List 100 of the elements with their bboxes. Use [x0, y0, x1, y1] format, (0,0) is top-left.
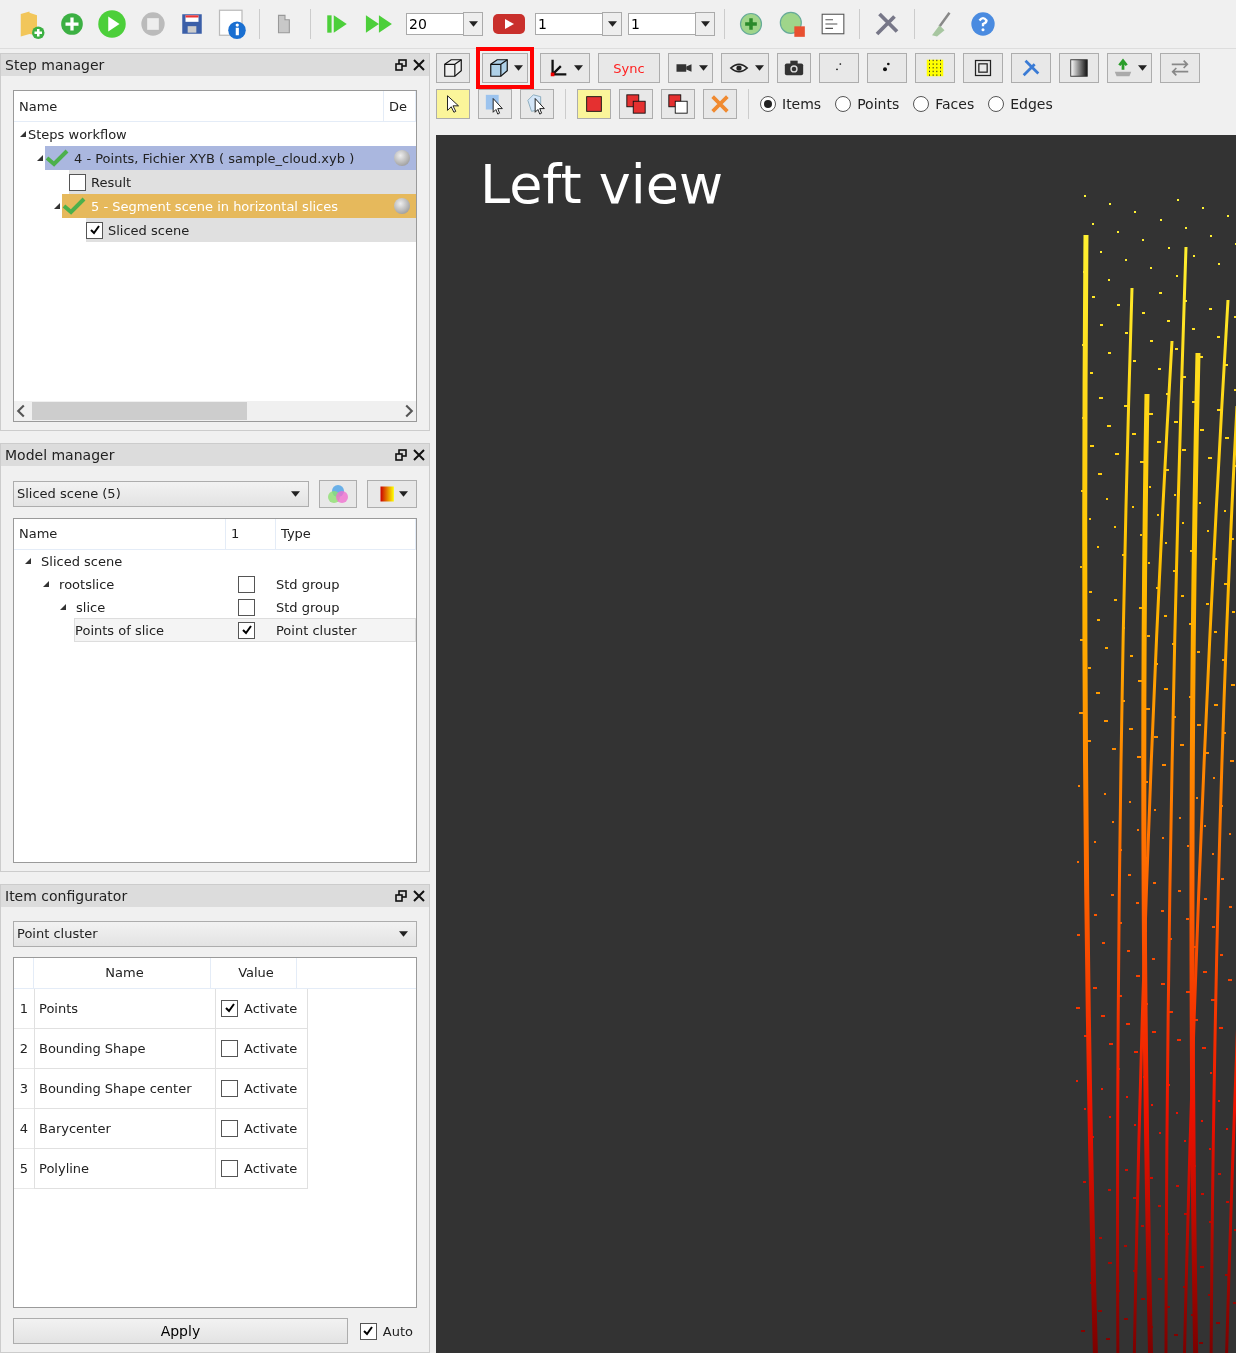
collapse-triangle-icon[interactable]: [42, 580, 51, 589]
collapse-triangle-icon[interactable]: [36, 154, 44, 162]
selection-mode-radio[interactable]: Points: [835, 96, 900, 112]
caret-icon: [700, 21, 710, 27]
stop-icon: [139, 10, 167, 38]
help-icon: [969, 10, 997, 38]
result-row[interactable]: Sliced scene: [86, 218, 416, 242]
checkbox[interactable]: [238, 598, 256, 616]
export-button[interactable]: [1107, 53, 1152, 83]
column-header[interactable]: 1: [226, 518, 276, 549]
number-field[interactable]: 1: [628, 13, 695, 35]
step-row[interactable]: 4 - Points, Fichier XYB ( sample_cloud.xyb ): [45, 146, 416, 170]
step-label: 5 - Segment scene in horizontal slices: [91, 198, 339, 214]
property-value: Activate: [244, 1120, 298, 1136]
collapse-triangle-icon[interactable]: [24, 557, 33, 566]
panel-title: Item configurator: [5, 887, 128, 904]
swap-arrows-icon: [1169, 57, 1191, 79]
tree-item[interactable]: Sliced scene: [41, 553, 123, 569]
property-name: Barycenter: [34, 1108, 216, 1149]
checkbox[interactable]: [221, 1039, 238, 1057]
checkbox-label: Auto: [382, 1323, 413, 1339]
screenshot-button[interactable]: [777, 53, 811, 83]
cube-icon: [487, 57, 510, 79]
selection-mode-radio[interactable]: Edges: [988, 96, 1053, 112]
replace-selection-button[interactable]: [577, 89, 611, 119]
selection-mode-radio[interactable]: Faces: [913, 96, 975, 112]
collapse-triangle-icon[interactable]: [19, 130, 27, 138]
view-dropdown-button[interactable]: [482, 53, 528, 83]
gradient-button[interactable]: [367, 479, 417, 508]
scene-dropdown[interactable]: Sliced scene (5): [13, 480, 309, 507]
checkbox[interactable]: [86, 221, 103, 239]
step-label: 4 - Points, Fichier XYB ( sample_cloud.xyb ): [74, 150, 355, 166]
rectangle-select-button[interactable]: [478, 89, 512, 119]
checkbox[interactable]: [359, 1322, 377, 1340]
polygon-select-button[interactable]: [520, 89, 554, 119]
type-dropdown[interactable]: Point cluster: [13, 920, 417, 947]
caret-icon: [699, 65, 708, 71]
column-header[interactable]: Type: [276, 518, 416, 549]
collapse-triangle-icon[interactable]: [53, 202, 61, 210]
perspective-button[interactable]: [436, 53, 470, 83]
caret-icon: [1138, 65, 1147, 71]
model-item-label: slice: [76, 599, 106, 615]
property-value: Activate: [244, 1160, 298, 1176]
save-icon: [179, 11, 205, 37]
column-header[interactable]: Name: [14, 91, 384, 121]
checkbox[interactable]: [238, 621, 256, 639]
checkbox[interactable]: [221, 1159, 238, 1177]
add-selection-button[interactable]: [619, 89, 653, 119]
checkmark-icon: [45, 149, 69, 167]
globe-icon: [777, 10, 807, 38]
spin-buttons[interactable]: [602, 12, 622, 36]
video-camera-button[interactable]: [668, 53, 713, 83]
number-field[interactable]: 20: [406, 13, 463, 35]
model-row[interactable]: rootslice Std group: [40, 572, 416, 597]
settings-button[interactable]: [1011, 53, 1051, 83]
remove-selection-button[interactable]: [661, 89, 695, 119]
column-header[interactable]: Value: [211, 957, 297, 988]
number-field[interactable]: 1: [535, 13, 602, 35]
checkbox[interactable]: [221, 999, 238, 1017]
collapse-triangle-icon[interactable]: [59, 603, 68, 612]
play-icon: [97, 9, 127, 39]
status-led-icon: [394, 150, 410, 166]
checkbox[interactable]: [221, 1079, 238, 1097]
checkbox[interactable]: [221, 1119, 238, 1137]
select-button[interactable]: [436, 89, 470, 119]
column-header[interactable]: Name: [14, 518, 226, 549]
horizontal-scrollbar[interactable]: [14, 400, 416, 421]
3d-viewport[interactable]: Left view: [436, 135, 1236, 1353]
checkbox[interactable]: [238, 575, 256, 593]
apply-button[interactable]: Apply: [13, 1318, 348, 1344]
property-name: Polyline: [34, 1148, 216, 1189]
dot-grid-icon: [924, 57, 946, 79]
checkbox[interactable]: [69, 173, 86, 191]
checkmark-icon: [62, 197, 86, 215]
tree-item[interactable]: Steps workflow: [28, 126, 127, 142]
caret-icon: [607, 21, 617, 27]
frame-icon: [973, 58, 993, 78]
column-header[interactable]: De: [384, 91, 416, 121]
property-name: Bounding Shape: [34, 1028, 216, 1069]
view-title: Left view: [479, 152, 724, 216]
fit-view-button[interactable]: [963, 53, 1003, 83]
colors-button[interactable]: [319, 479, 357, 508]
overlapping-squares-icon: [625, 93, 647, 115]
gradient-square-icon: [1068, 57, 1090, 79]
document-icon: [819, 11, 847, 37]
tray-arrow-icon: [1112, 57, 1134, 79]
axis-dropdown-button[interactable]: [540, 53, 590, 83]
visibility-button[interactable]: [721, 53, 769, 83]
model-row[interactable]: Points of slice Point cluster: [74, 618, 416, 643]
result-label: Sliced scene: [108, 222, 190, 238]
float-icon: [395, 59, 407, 71]
model-row[interactable]: slice Std group: [57, 595, 416, 620]
swap-button[interactable]: [1160, 53, 1200, 83]
spin-buttons[interactable]: [463, 12, 483, 36]
spin-buttons[interactable]: [695, 12, 715, 36]
selection-mode-radio[interactable]: Items: [760, 96, 822, 112]
caret-icon: [291, 490, 300, 497]
column-header[interactable]: Name: [34, 957, 211, 988]
shading-button[interactable]: [1059, 53, 1099, 83]
result-row[interactable]: Result: [69, 170, 416, 194]
